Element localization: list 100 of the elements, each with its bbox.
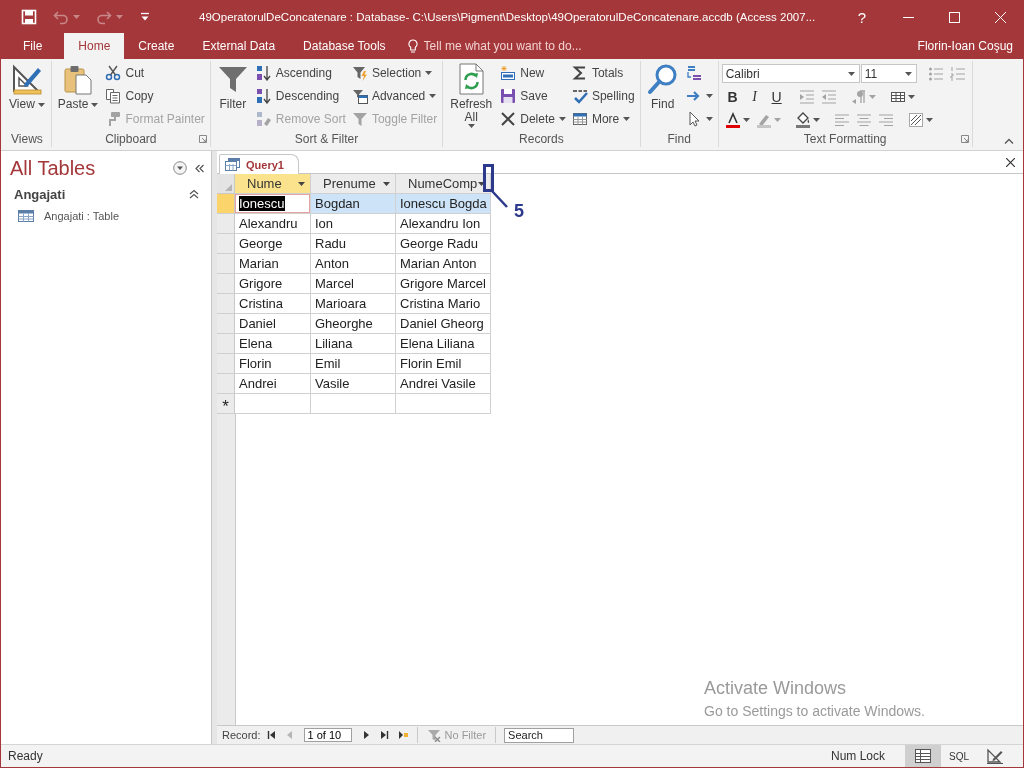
help-button[interactable]: ? bbox=[839, 1, 885, 33]
funnel-crossed-icon bbox=[426, 728, 441, 742]
user-name[interactable]: Florin-Ioan Coşug bbox=[917, 33, 1023, 59]
table-cell: Radu bbox=[311, 234, 396, 254]
row-selector[interactable] bbox=[217, 354, 235, 374]
ribbon-tab[interactable]: Home bbox=[64, 33, 125, 59]
double-chevron-up-icon[interactable] bbox=[189, 189, 199, 199]
table-icon bbox=[18, 209, 34, 222]
find-button[interactable]: Find bbox=[643, 61, 682, 111]
table-cell: Daniel Gheorg bbox=[396, 314, 491, 334]
row-selector[interactable] bbox=[217, 254, 235, 274]
caret-icon bbox=[907, 94, 915, 99]
design-view-icon bbox=[986, 748, 1004, 764]
ribbon-tab[interactable]: Database Tools bbox=[289, 33, 400, 59]
dialog-launcher-icon[interactable] bbox=[960, 135, 969, 143]
close-icon bbox=[1006, 158, 1015, 167]
row-selector[interactable] bbox=[217, 314, 235, 334]
save-button[interactable]: Save bbox=[498, 84, 568, 107]
new-record-cell[interactable] bbox=[396, 394, 491, 414]
row-selector[interactable] bbox=[217, 234, 235, 254]
caret-icon bbox=[558, 116, 566, 121]
caret-icon bbox=[478, 181, 485, 186]
new-button[interactable]: New bbox=[498, 61, 568, 84]
spelling-button[interactable]: Spelling bbox=[569, 84, 637, 107]
ribbon-group-label: Find bbox=[667, 132, 691, 146]
copy-button[interactable]: Copy bbox=[103, 84, 207, 107]
caret-icon bbox=[37, 102, 45, 107]
row-selector[interactable] bbox=[217, 374, 235, 394]
delete-button[interactable]: Delete bbox=[498, 107, 568, 130]
advanced-button[interactable]: Advanced bbox=[349, 84, 440, 107]
activation-title: Activate Windows bbox=[704, 678, 848, 699]
paragraph-icon bbox=[850, 88, 867, 105]
row-selector[interactable] bbox=[217, 334, 235, 354]
new-record-selector[interactable]: * bbox=[217, 394, 235, 414]
totals-button[interactable]: Totals bbox=[569, 61, 637, 84]
alternate-rows-icon bbox=[907, 111, 924, 128]
more-button[interactable]: More bbox=[569, 107, 637, 130]
callout-number: 5 bbox=[514, 201, 524, 222]
caret-icon bbox=[383, 181, 390, 186]
new-record-cell[interactable] bbox=[235, 394, 311, 414]
search-field[interactable]: Search bbox=[504, 727, 575, 743]
column-header[interactable]: Prenume bbox=[311, 174, 396, 194]
underline-button[interactable]: U bbox=[765, 85, 788, 108]
paste-button[interactable]: Paste bbox=[54, 61, 102, 111]
caret-icon bbox=[425, 70, 433, 75]
view-button[interactable]: View bbox=[6, 61, 48, 111]
next-record-icon bbox=[361, 730, 371, 740]
filter-button[interactable]: Filter bbox=[213, 61, 252, 111]
caret-icon bbox=[116, 15, 123, 19]
close-button[interactable] bbox=[1004, 156, 1017, 169]
table-cell: Alexandru Ion bbox=[396, 214, 491, 234]
menu-dropdown-icon[interactable] bbox=[173, 161, 187, 175]
descending-button[interactable]: Descending bbox=[253, 84, 348, 107]
cut-button[interactable]: Cut bbox=[103, 61, 207, 84]
group-header[interactable]: Angajati bbox=[14, 186, 66, 202]
table-cell: Andrei Vasile bbox=[396, 374, 491, 394]
tell-me-field[interactable]: Tell me what you want to do... bbox=[423, 39, 610, 53]
ascending-button[interactable]: Ascending bbox=[253, 61, 348, 84]
nav-item[interactable]: Angajati : Table bbox=[1, 205, 212, 226]
table-cell: Florin bbox=[235, 354, 311, 374]
dialog-launcher-icon[interactable] bbox=[198, 135, 207, 143]
column-header[interactable]: NumeComp bbox=[396, 174, 491, 194]
datasheet-view-button[interactable] bbox=[905, 745, 941, 767]
maximize-icon bbox=[948, 11, 960, 23]
table-cell: Marcel bbox=[311, 274, 396, 294]
clipboard-icon bbox=[62, 63, 95, 95]
sql-view-button[interactable]: SQL bbox=[941, 745, 977, 767]
funnel-table-icon bbox=[351, 87, 368, 104]
row-selector[interactable] bbox=[217, 294, 235, 314]
lightbulb-icon bbox=[407, 38, 418, 54]
redo-icon bbox=[96, 9, 112, 25]
selection-button[interactable]: Selection bbox=[349, 61, 440, 84]
table-icon bbox=[571, 110, 588, 127]
new-record-cell[interactable] bbox=[311, 394, 396, 414]
caret-icon bbox=[467, 124, 475, 128]
sigma-icon bbox=[571, 64, 588, 81]
spelling-check-icon bbox=[571, 87, 588, 104]
ribbon-tab[interactable]: External Data bbox=[188, 33, 290, 59]
caret-icon bbox=[91, 102, 99, 107]
column-header[interactable]: Nume bbox=[235, 174, 311, 194]
row-selector[interactable] bbox=[217, 274, 235, 294]
table-cell: Elena Liliana bbox=[396, 334, 491, 354]
caret-icon bbox=[773, 117, 781, 122]
document-tab[interactable]: Query1 bbox=[219, 154, 299, 174]
delete-icon bbox=[500, 110, 517, 127]
window-title: 49OperatorulDeConcatenare : Database- C:\Users\Pigment\Desktop\49OperatorulDeConcatenare.accdb (Access 2007... bbox=[198, 11, 817, 23]
table-cell: Bogdan bbox=[311, 194, 396, 214]
shutter-close-icon[interactable] bbox=[195, 163, 204, 173]
italic-button[interactable]: I bbox=[743, 85, 766, 108]
select-all-button[interactable] bbox=[217, 174, 235, 194]
row-selector[interactable] bbox=[217, 214, 235, 234]
caret-icon bbox=[623, 116, 631, 121]
ribbon-tab[interactable]: Create bbox=[124, 33, 189, 59]
collapse-ribbon-icon[interactable] bbox=[1004, 138, 1014, 144]
caret-icon bbox=[298, 181, 305, 186]
bold-button[interactable]: B bbox=[721, 85, 744, 108]
ribbon-tab[interactable]: File bbox=[9, 33, 57, 59]
record-number-field[interactable]: 1 of 10 bbox=[303, 728, 352, 742]
table-cell: Florin Emil bbox=[396, 354, 491, 374]
refresh-all-button[interactable]: Refresh All bbox=[446, 61, 497, 128]
